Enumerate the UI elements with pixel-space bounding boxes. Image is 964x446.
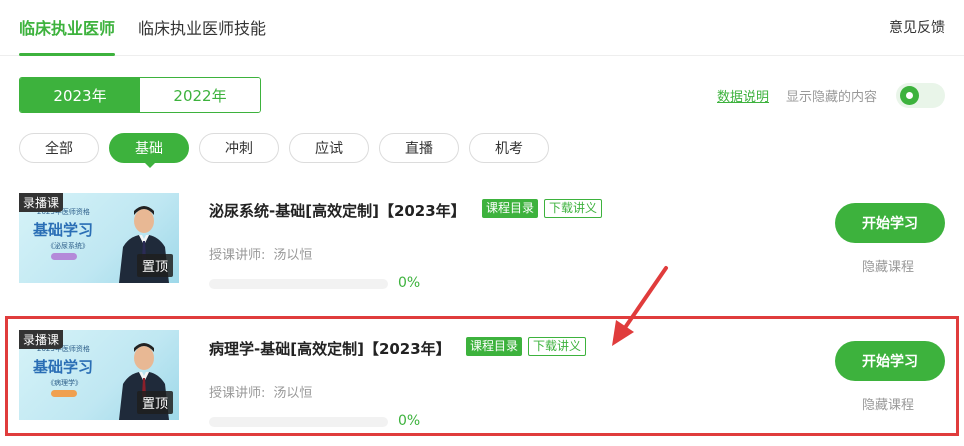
download-notes-button[interactable]: 下载讲义 — [544, 199, 603, 218]
recorded-course-tag: 录播课 — [19, 193, 64, 212]
recorded-course-tag: 录播课 — [19, 330, 64, 349]
tab-clinical-physician[interactable]: 临床执业医师 — [19, 15, 115, 39]
thumb-subject: 《病理学》 — [47, 379, 82, 387]
active-tab-underline — [19, 53, 115, 56]
download-notes-button[interactable]: 下载讲义 — [528, 337, 587, 356]
thumb-teacher-pill — [51, 390, 77, 397]
teacher-label: 授课讲师: — [209, 386, 266, 401]
thumb-title: 基础学习 — [33, 221, 94, 239]
progress-bar — [209, 279, 388, 289]
thumb-subject: 《泌尿系统》 — [47, 242, 89, 250]
pin-top-button[interactable]: 置顶 — [136, 254, 173, 277]
filter-computer-test[interactable]: 机考 — [469, 133, 549, 163]
filter-basic[interactable]: 基础 — [109, 133, 189, 168]
filter-all[interactable]: 全部 — [19, 133, 99, 163]
hide-course-link[interactable]: 隐藏课程 — [862, 394, 914, 413]
top-nav: 临床执业医师 临床执业医师技能 意见反馈 — [0, 0, 964, 56]
year-2023-button[interactable]: 2023年 — [20, 78, 140, 112]
year-2022-button[interactable]: 2022年 — [140, 78, 260, 112]
hide-course-link[interactable]: 隐藏课程 — [862, 256, 914, 275]
teacher-info: 授课讲师: 汤以恒 — [209, 382, 312, 401]
course-thumbnail[interactable]: 2023年医师资格 基础学习 《病理学》 录播课 置顶 — [19, 330, 179, 420]
tab-clinical-physician-skills[interactable]: 临床执业医师技能 — [138, 15, 266, 39]
teacher-label: 授课讲师: — [209, 248, 266, 263]
red-arrow-icon — [612, 266, 668, 346]
course-catalog-button[interactable]: 课程目录 — [482, 199, 539, 218]
course-thumbnail[interactable]: 2023年医师资格 基础学习 《泌尿系统》 录播课 置顶 — [19, 193, 179, 283]
progress-percent: 0% — [398, 413, 421, 429]
feedback-link[interactable]: 意见反馈 — [889, 17, 945, 37]
course-title[interactable]: 病理学-基础[高效定制]【2023年】 — [209, 338, 451, 359]
start-learning-button[interactable]: 开始学习 — [835, 341, 945, 381]
data-note-link[interactable]: 数据说明 — [717, 86, 769, 105]
teacher-name: 汤以恒 — [273, 248, 313, 263]
pin-top-button[interactable]: 置顶 — [136, 391, 173, 414]
course-title[interactable]: 泌尿系统-基础[高效定制]【2023年】 — [209, 200, 466, 221]
filter-live[interactable]: 直播 — [379, 133, 459, 163]
progress-percent: 0% — [398, 275, 421, 291]
show-hidden-toggle[interactable] — [896, 83, 945, 108]
year-switch: 2023年 2022年 — [19, 77, 261, 113]
teacher-info: 授课讲师: 汤以恒 — [209, 244, 312, 263]
toggle-knob — [900, 86, 919, 105]
thumb-teacher-pill — [51, 253, 77, 260]
filter-sprint[interactable]: 冲刺 — [199, 133, 279, 163]
show-hidden-label: 显示隐藏的内容 — [786, 90, 878, 105]
progress-bar — [209, 417, 388, 427]
filter-exam[interactable]: 应试 — [289, 133, 369, 163]
teacher-name: 汤以恒 — [273, 386, 313, 401]
start-learning-button[interactable]: 开始学习 — [835, 203, 945, 243]
course-catalog-button[interactable]: 课程目录 — [466, 337, 523, 356]
thumb-title: 基础学习 — [33, 358, 94, 376]
